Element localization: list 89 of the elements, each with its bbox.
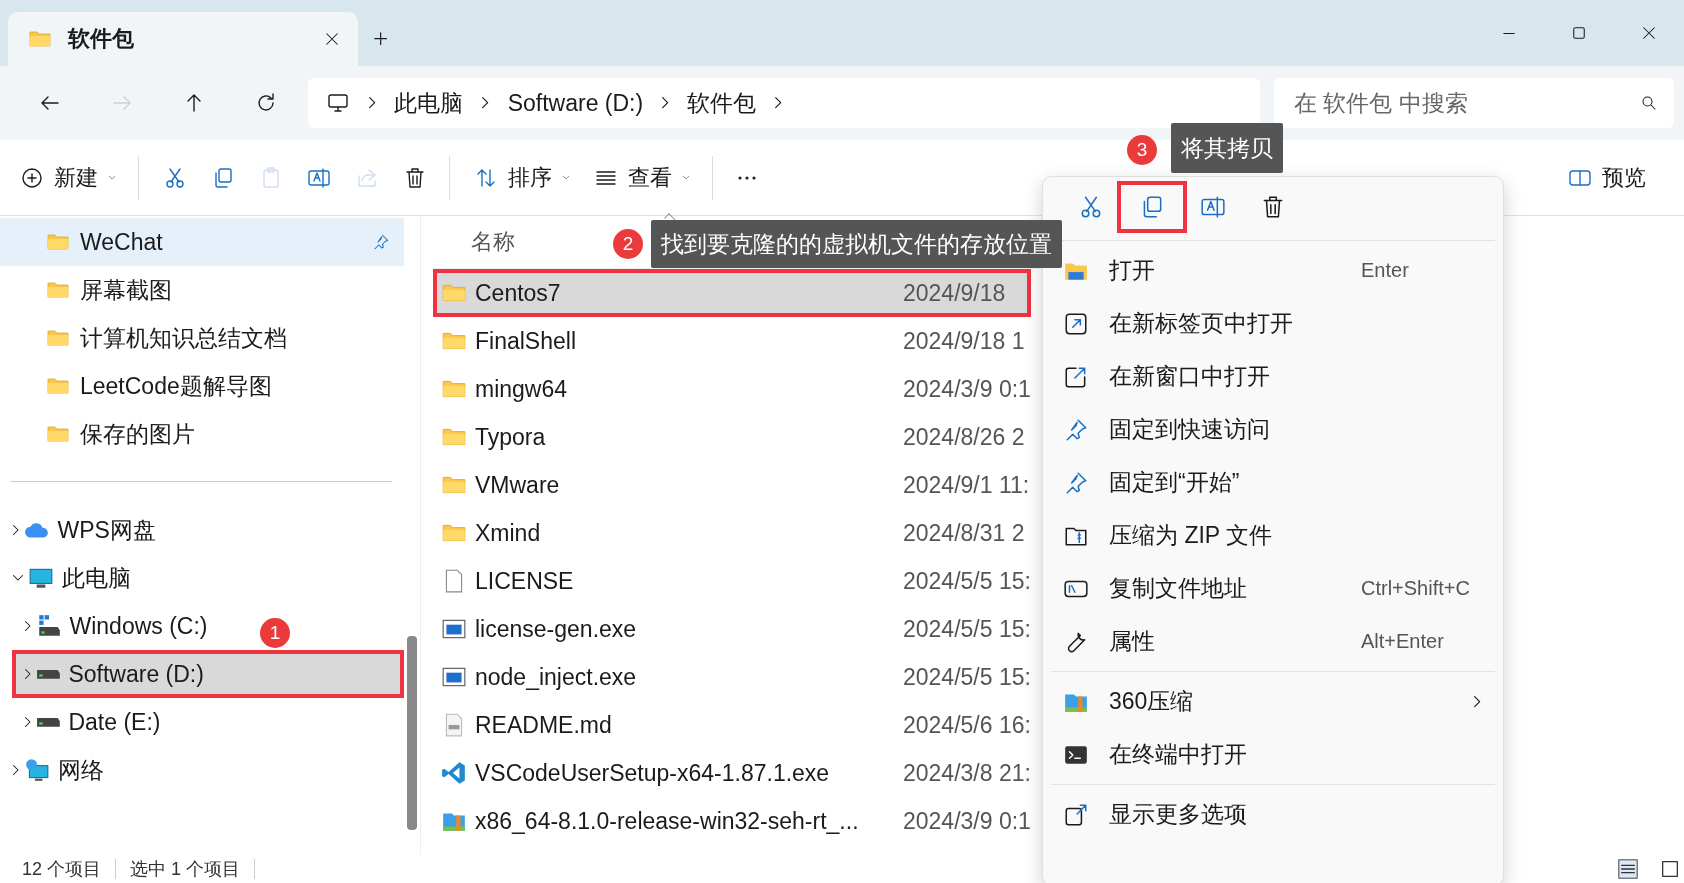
file-row[interactable]: VMware 2024/9/1 11:	[433, 461, 1031, 509]
more-icon	[737, 174, 758, 181]
menu-item[interactable]: 属性 Alt+Enter	[1043, 615, 1503, 668]
caret-icon	[108, 174, 117, 181]
close-icon	[1643, 27, 1655, 39]
new-tab-icon	[1063, 310, 1089, 337]
chevron-right-icon	[1472, 694, 1481, 709]
chevron-right-icon	[24, 620, 32, 632]
expand-icon	[1063, 801, 1089, 828]
file-row[interactable]: FinalShell 2024/9/18 1	[433, 317, 1031, 365]
close-icon	[326, 33, 338, 45]
toolbar-button[interactable]: 新建	[18, 152, 139, 203]
shortcut-label: Ctrl+Shift+C	[1361, 577, 1471, 600]
details-view-icon	[1617, 858, 1639, 880]
sidebar-item[interactable]: WeChat	[0, 218, 404, 266]
breadcrumb-item[interactable]: 软件包	[687, 87, 757, 119]
menu-item[interactable]: 显示更多选项	[1043, 788, 1503, 841]
selection-count: 选中 1 个项目	[130, 858, 241, 881]
monitor-icon	[326, 91, 350, 115]
chevron-down-icon	[12, 574, 24, 582]
file-row[interactable]: mingw64 2024/3/9 0:1	[433, 365, 1031, 413]
file-row[interactable]: LICENSE 2024/5/5 15:	[433, 557, 1031, 605]
tree-item[interactable]: 此电脑	[0, 554, 143, 602]
toolbar-button[interactable]: 查看	[592, 152, 713, 203]
tree-item[interactable]: 网络	[0, 746, 116, 794]
file-row[interactable]: node_inject.exe 2024/5/5 15:	[433, 653, 1031, 701]
menu-item[interactable]: 在终端中打开	[1043, 728, 1503, 781]
file-row[interactable]: Centos7 2024/9/18	[433, 269, 1031, 317]
file-row[interactable]: Xmind 2024/8/31 2	[433, 509, 1031, 557]
tree-item[interactable]: Date (E:)	[0, 698, 173, 746]
menu-item[interactable]: 360压缩	[1043, 675, 1503, 728]
chevron-right-icon	[481, 96, 490, 110]
file-row[interactable]: README.md 2024/5/6 16:	[433, 701, 1031, 749]
tree-item[interactable]: WPS网盘	[0, 506, 168, 554]
shortcut-label: Alt+Enter	[1361, 630, 1445, 653]
breadcrumb-item[interactable]: 此电脑	[394, 87, 464, 119]
sidebar-item[interactable]: 保存的图片	[0, 410, 404, 458]
file-row[interactable]: license-gen.exe 2024/5/5 15:	[433, 605, 1031, 653]
file-row[interactable]: VSCodeUserSetup-x64-1.87.1.exe 2024/3/8 21:	[433, 749, 1031, 797]
minimize-icon	[1503, 31, 1515, 35]
preview-button[interactable]: 预览	[1566, 152, 1668, 203]
plus-circle-icon	[20, 165, 44, 190]
sidebar-item[interactable]: 屏幕截图	[0, 266, 404, 314]
shortcut-label: Enter	[1361, 259, 1410, 282]
search-icon	[1640, 94, 1658, 112]
code-editor-icon	[441, 760, 467, 786]
sidebar-item[interactable]: LeetCode题解导图	[0, 362, 404, 410]
address-bar[interactable]: 此电脑 Software (D:) 软件包	[308, 78, 1260, 128]
breadcrumb-item[interactable]: Software (D:)	[507, 89, 644, 117]
chevron-right-icon	[368, 96, 377, 110]
chevron-right-icon	[774, 96, 783, 110]
caret-icon	[682, 174, 691, 181]
annotation-tooltip: 将其拷贝	[1171, 123, 1283, 173]
menu-item[interactable]: 压缩为 ZIP 文件	[1043, 509, 1503, 562]
chevron-right-icon	[24, 716, 32, 728]
menu-item[interactable]: 在新标签页中打开	[1043, 297, 1503, 350]
chevron-right-icon	[661, 96, 670, 110]
menu-item[interactable]: 固定到“开始”	[1043, 456, 1503, 509]
step-badge: 2	[613, 229, 643, 259]
drive-icon	[35, 716, 61, 728]
step-badge: 3	[1127, 135, 1157, 165]
tree-item[interactable]: Software (D:)	[12, 650, 404, 698]
file-row[interactable]: Typora 2024/8/26 2	[433, 413, 1031, 461]
caret-icon	[562, 174, 571, 181]
drive-icon	[35, 668, 61, 680]
network-icon	[23, 757, 50, 783]
column-header[interactable]: 名称	[471, 227, 515, 257]
search-field[interactable]: 在 软件包 中搜索	[1274, 78, 1674, 128]
step-badge: 1	[260, 618, 290, 648]
tiles-view-icon	[1659, 858, 1681, 880]
chevron-right-icon	[12, 524, 20, 536]
pin-icon	[372, 233, 390, 251]
tree-item[interactable]: Windows (C:)	[0, 602, 220, 650]
file-row[interactable]: x86_64-8.1.0-release-win32-seh-rt_... 2024/3/9 0:1	[433, 797, 1031, 845]
menu-item[interactable]: 固定到快速访问	[1043, 403, 1503, 456]
chevron-right-icon	[12, 764, 20, 776]
scrollbar[interactable]	[407, 636, 417, 830]
menu-item[interactable]: 复制文件地址 Ctrl+Shift+C	[1043, 562, 1503, 615]
toolbar-button[interactable]: 排序	[472, 152, 593, 203]
item-count: 12 个项目	[22, 858, 102, 881]
rename-icon	[1200, 194, 1226, 220]
window-tab[interactable]: 软件包	[8, 12, 358, 66]
rename-icon	[307, 165, 332, 190]
plus-icon	[374, 32, 388, 46]
annotation-tooltip: 找到要克隆的的虚拟机文件的存放位置	[651, 220, 1062, 268]
chevron-right-icon	[24, 668, 32, 680]
maximize-icon	[1570, 24, 1588, 42]
menu-item[interactable]: 在新窗口中打开	[1043, 350, 1503, 403]
sidebar-item[interactable]: 计算机知识总结文档	[0, 314, 404, 362]
